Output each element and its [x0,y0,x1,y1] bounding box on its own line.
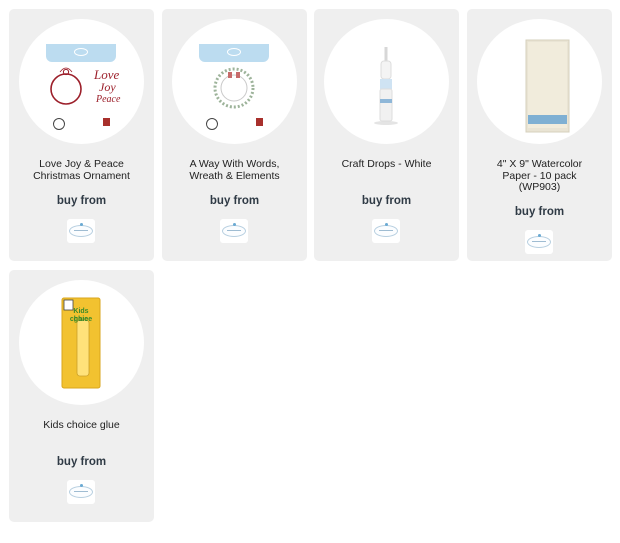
buy-from-label: buy from [361,195,412,207]
product-title-line: 4" X 9" Watercolor [496,158,583,170]
die-circle-icon [53,118,65,130]
product-title-line: (WP903) [518,181,561,193]
retailer-logo-button[interactable] [67,219,95,243]
product-title-line: Kids choice glue [43,419,120,431]
craft-drops-bottle-icon [374,47,398,125]
product-title[interactable]: Craft Drops - White [320,158,453,171]
product-title-line: Wreath & Elements [189,169,280,182]
package-body [199,62,269,122]
buy-from-label: buy from [209,195,260,207]
elizabeth-craft-designs-logo-icon [374,223,398,237]
product-title[interactable]: A Way With Words, Wreath & Elements [168,158,301,182]
product-card-love-joy-peace[interactable]: Love Joy Peace Love Joy & Peace Christma… [9,9,154,261]
retailer-logo-button[interactable] [67,480,95,504]
product-image[interactable] [172,19,297,144]
product-title-line: Love Joy & Peace [39,158,124,170]
paper-pack-icon [525,39,570,133]
glue-tube-icon [61,297,101,389]
retailer-logo-button[interactable] [220,219,248,243]
product-card-craft-drops[interactable]: Craft Drops - White buy from [314,9,459,261]
buy-from-label: buy from [514,206,565,218]
package-header-graphic [199,44,269,62]
product-image[interactable]: Kids choice glue [19,280,144,405]
product-card-watercolor-paper[interactable]: 4" X 9" Watercolor Paper - 10 pack (WP90… [467,9,612,261]
elizabeth-craft-designs-logo-icon [69,484,93,498]
brand-badge-icon [103,118,110,126]
package-header-graphic [46,44,116,62]
product-title[interactable]: Love Joy & Peace Christmas Ornament [15,158,148,182]
product-title-line: Christmas Ornament [33,169,130,182]
product-title[interactable]: 4" X 9" Watercolor Paper - 10 pack (WP90… [473,158,606,194]
buy-from-label: buy from [56,195,107,207]
product-title-line: A Way With Words, [189,158,280,170]
product-card-kids-choice-glue[interactable]: Kids choice glue Kids choice glue buy fr… [9,270,154,522]
elizabeth-craft-designs-logo-icon [69,223,93,237]
brand-badge-icon [256,118,263,126]
product-image[interactable]: Love Joy Peace [19,19,144,144]
buy-from-label: buy from [56,456,107,468]
ornament-word-peace: Peace [96,94,121,105]
product-title-line: Craft Drops - White [341,158,432,170]
product-card-a-way-with-words[interactable]: A Way With Words, Wreath & Elements buy … [162,9,307,261]
glue-package-text: glue [73,316,89,323]
retailer-logo-button[interactable] [372,219,400,243]
elizabeth-craft-designs-logo-icon [222,223,246,237]
die-circle-icon [206,118,218,130]
product-title[interactable]: Kids choice glue [15,419,148,432]
retailer-logo-button[interactable] [525,230,553,254]
product-image[interactable] [477,19,602,144]
ornament-word-joy: Joy [99,80,116,94]
elizabeth-craft-designs-logo-icon [527,234,551,248]
product-image[interactable] [324,19,449,144]
wreath-icon [213,67,255,109]
